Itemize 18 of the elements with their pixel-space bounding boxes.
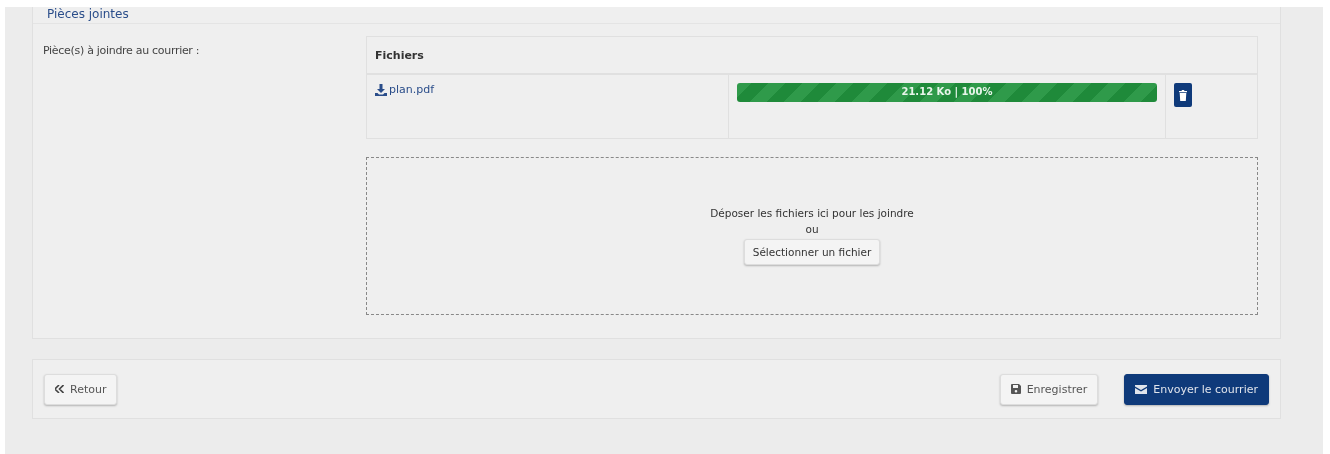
section-title: Pièces jointes [33,7,1280,24]
send-button[interactable]: Envoyer le courrier [1124,373,1269,405]
save-button[interactable]: Enregistrer [999,373,1099,405]
dropzone-hint: Déposer les fichiers ici pour les joindre [710,207,914,219]
delete-button[interactable] [1174,83,1192,107]
field-label: Pièce(s) à joindre au courrier : [43,44,201,59]
file-link[interactable]: plan.pdf [375,83,435,96]
progress-text: 21.12 Ko | 100% [900,86,994,97]
select-file-button[interactable]: Sélectionner un fichier [743,239,881,265]
trash-icon [1179,89,1187,101]
column-header: Fichiers [366,36,1258,74]
envelope-icon [1135,384,1148,394]
back-button[interactable]: Retour [44,373,118,405]
download-icon [375,83,387,96]
floppy-icon [1010,384,1021,394]
dropzone[interactable]: Déposer les fichiers ici pour les joindre ou Sélectionner un fichier [366,157,1258,315]
separator-text: ou [805,223,819,235]
double-chevron-icon [55,385,64,393]
